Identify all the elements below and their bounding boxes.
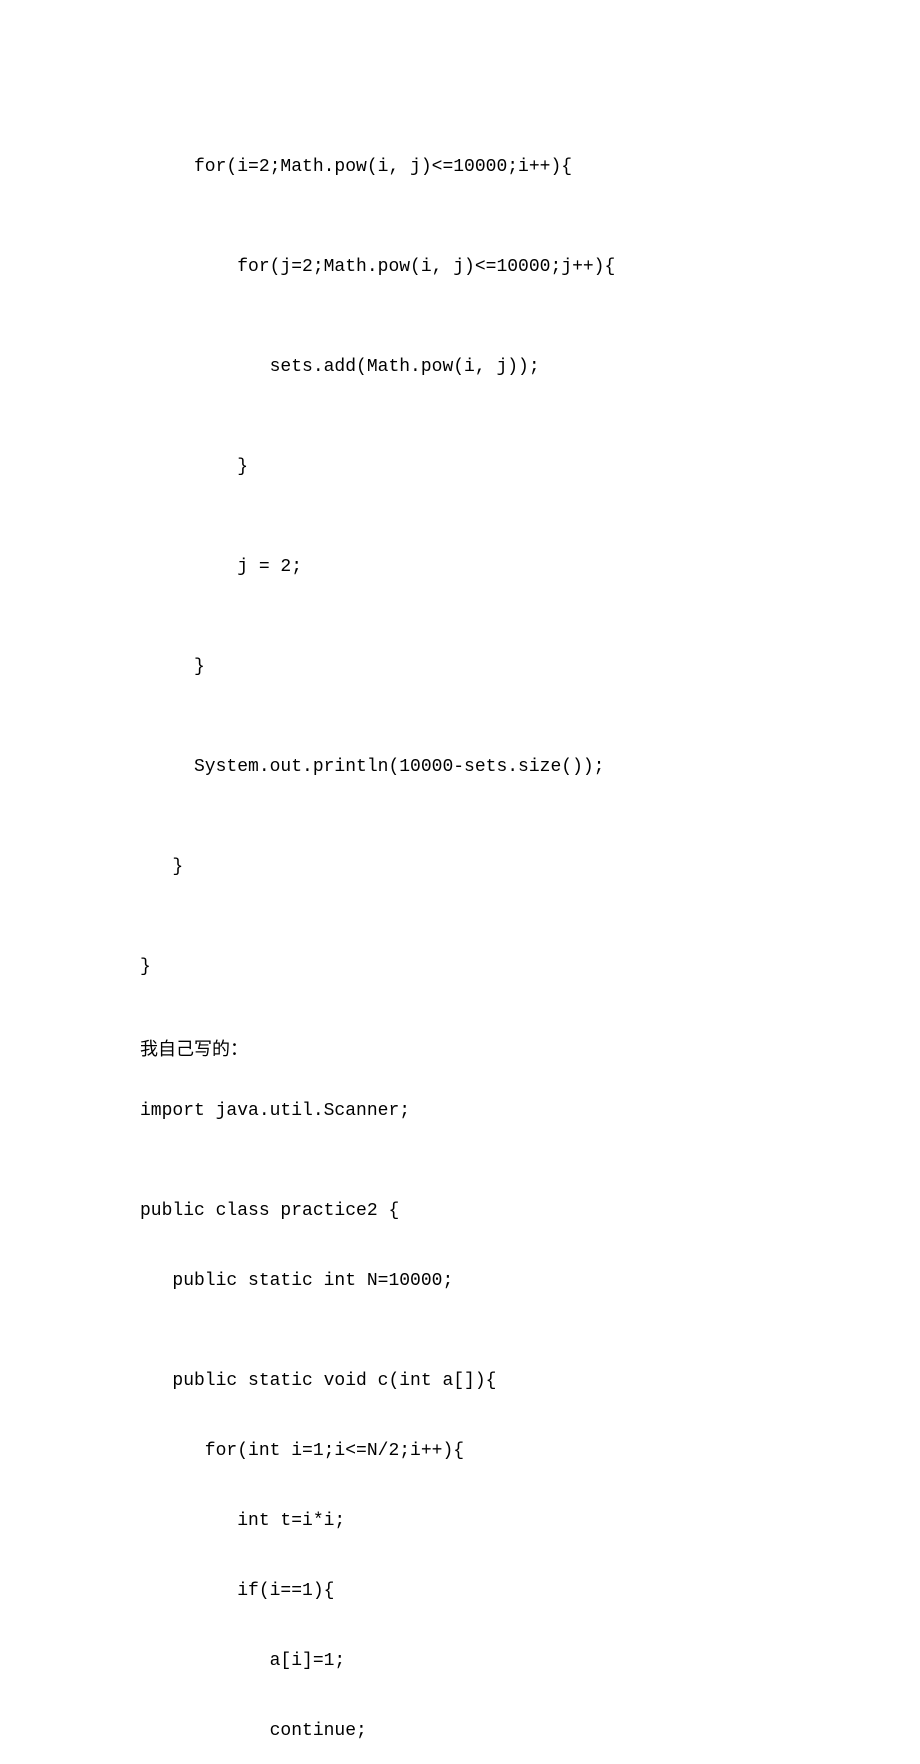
code-line: if(i==1){ <box>140 1582 810 1606</box>
code-line: } <box>140 858 810 882</box>
code-line: for(j=2;Math.pow(i, j)<=10000;j++){ <box>140 258 810 282</box>
code-line: System.out.println(10000-sets.size()); <box>140 758 810 782</box>
comment-chinese: 我自己写的： <box>140 1040 810 1064</box>
code-line: import java.util.Scanner; <box>140 1102 810 1126</box>
code-block-lower: import java.util.Scanner; public class p… <box>140 1084 810 1764</box>
code-line: a[i]=1; <box>140 1652 810 1676</box>
code-line: } <box>140 458 810 482</box>
code-line: sets.add(Math.pow(i, j)); <box>140 358 810 382</box>
code-line: } <box>140 658 810 682</box>
code-line: j = 2; <box>140 558 810 582</box>
code-block-upper: for(i=2;Math.pow(i, j)<=10000;i++){ for(… <box>140 140 810 1000</box>
code-line: int t=i*i; <box>140 1512 810 1536</box>
code-line: for(int i=1;i<=N/2;i++){ <box>140 1442 810 1466</box>
code-line: for(i=2;Math.pow(i, j)<=10000;i++){ <box>140 158 810 182</box>
code-line: } <box>140 958 810 982</box>
code-line: public static void c(int a[]){ <box>140 1372 810 1396</box>
code-line: continue; <box>140 1722 810 1746</box>
code-line: public static int N=10000; <box>140 1272 810 1296</box>
code-line: public class practice2 { <box>140 1202 810 1226</box>
